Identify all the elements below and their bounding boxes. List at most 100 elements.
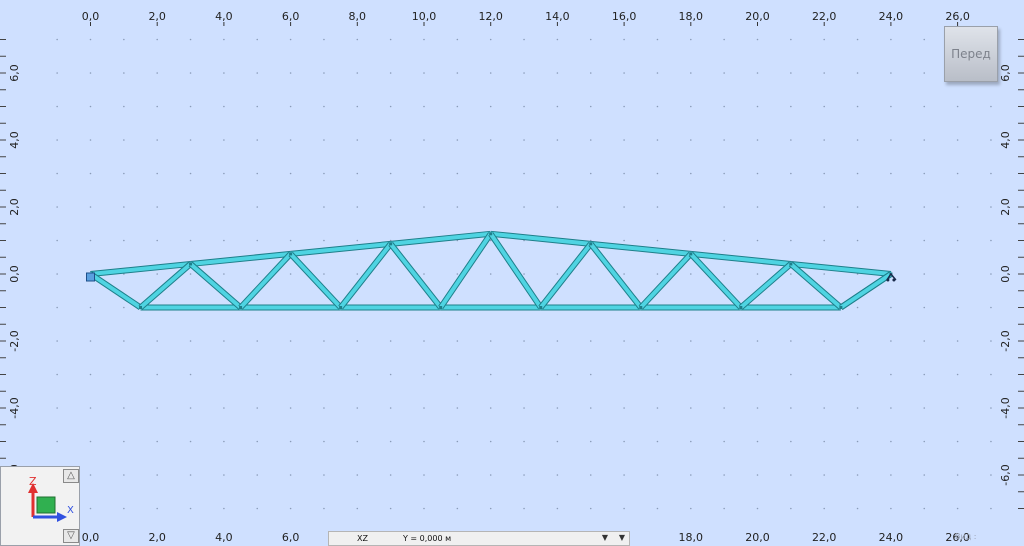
grid-dot [690,72,692,74]
grid-dot [923,139,926,141]
view-label: Вид : [955,532,977,541]
grid-dot [323,340,325,342]
status-coordinate: Y = 0,000 м [403,534,452,543]
dropdown-arrow-icon[interactable]: ▼ [599,533,611,544]
grid-dot [656,340,659,342]
grid-dot [923,206,926,208]
grid-dot [189,239,192,242]
grid-dot [223,172,225,175]
grid-dot [790,72,792,74]
grid-dot [690,172,692,175]
rotate-down-button[interactable]: ▽ [63,529,79,543]
grid-dot [256,373,259,376]
grid-dot [123,206,125,208]
grid-dot [89,139,92,141]
grid-dot [523,373,525,376]
grid-dot [456,340,459,342]
grid-dot [423,273,425,275]
grid-dot [623,72,625,74]
grid-dot [123,474,125,476]
ruler-top-tick-label: 24,0 [879,10,904,23]
grid-dot [189,474,192,476]
grid-dot [456,440,459,443]
grid-dot [856,105,859,108]
grid-dot [723,407,725,409]
grid-dot [890,239,892,242]
diagonal-member [489,232,543,309]
grid-dot [256,407,259,409]
grid-dot [723,206,725,208]
grid-dot [856,239,859,242]
grid-dot [389,72,392,74]
grid-dot [89,373,92,376]
grid-dot [790,373,792,376]
grid-dot [223,340,225,342]
grid-dot [256,139,259,141]
grid-dot [756,440,759,443]
grid-dot [890,206,892,208]
grid-dot [489,507,492,510]
grid-dot [156,206,158,208]
grid-dot [356,72,359,74]
grid-dot [189,507,192,510]
dropdown-arrow-icon[interactable]: ▼ [616,533,628,544]
grid-dot [489,373,492,376]
grid-dot [556,105,559,108]
truss-node [139,306,143,309]
grid-dot [990,340,992,342]
grid-dot [756,340,759,342]
grid-dot [323,206,325,208]
truss-canvas[interactable]: 0,0 2,0 4,0 6,0 8,0 10,0 12,0 14,0 16,0 18,0 20,0 2… [0,0,1024,546]
grid-dot [856,139,859,141]
grid-dot [623,340,625,342]
grid-dot [156,105,158,108]
grid-dot [123,306,125,309]
grid-dot [656,407,659,409]
grid-dot [556,440,559,443]
grid-dot [356,507,359,510]
grid-dot [589,139,592,141]
grid-dot [189,440,192,443]
grid-dot [790,507,792,510]
grid-dot [589,38,592,41]
grid-dot [856,440,859,443]
grid-dot [456,507,459,510]
grid-dot [923,440,926,443]
rotate-up-button[interactable]: △ [63,469,79,483]
grid-dot [589,105,592,108]
grid-dot [523,206,525,208]
grid-dot [923,407,926,409]
grid-dot [723,105,725,108]
grid-dot [656,440,659,443]
grid-dot [289,440,292,443]
grid-dot [56,407,58,409]
grid-dot [223,474,225,476]
grid-dot [123,105,125,108]
grid-dot [423,38,425,41]
grid-dot [56,38,58,41]
grid-dot [990,239,992,242]
grid-dot [356,407,359,409]
grid-dot [690,373,692,376]
grid-dot [156,407,158,409]
grid-dot [389,507,392,510]
grid-dot [856,507,859,510]
grid-dot [89,507,92,510]
grid-dot [823,206,825,208]
truss-node [189,262,193,266]
grid-dot [189,72,192,74]
view-cube-front-button[interactable]: Перед [944,26,998,82]
grid-dot [256,340,259,342]
diagonal-member [739,262,793,310]
grid-dot [856,373,859,376]
grid-dot [389,474,392,476]
grid-dot [823,105,825,108]
grid-dot [823,440,825,443]
model-viewport[interactable]: 0,0 2,0 4,0 6,0 8,0 10,0 12,0 14,0 16,0 18,0 20,0 2… [0,0,1024,546]
status-plane: XZ [357,534,368,543]
grid-dot [623,440,625,443]
grid-dot [323,105,325,108]
grid-dot [790,206,792,208]
ruler-top-tick-label: 12,0 [478,10,503,23]
grid-dot [790,273,792,275]
